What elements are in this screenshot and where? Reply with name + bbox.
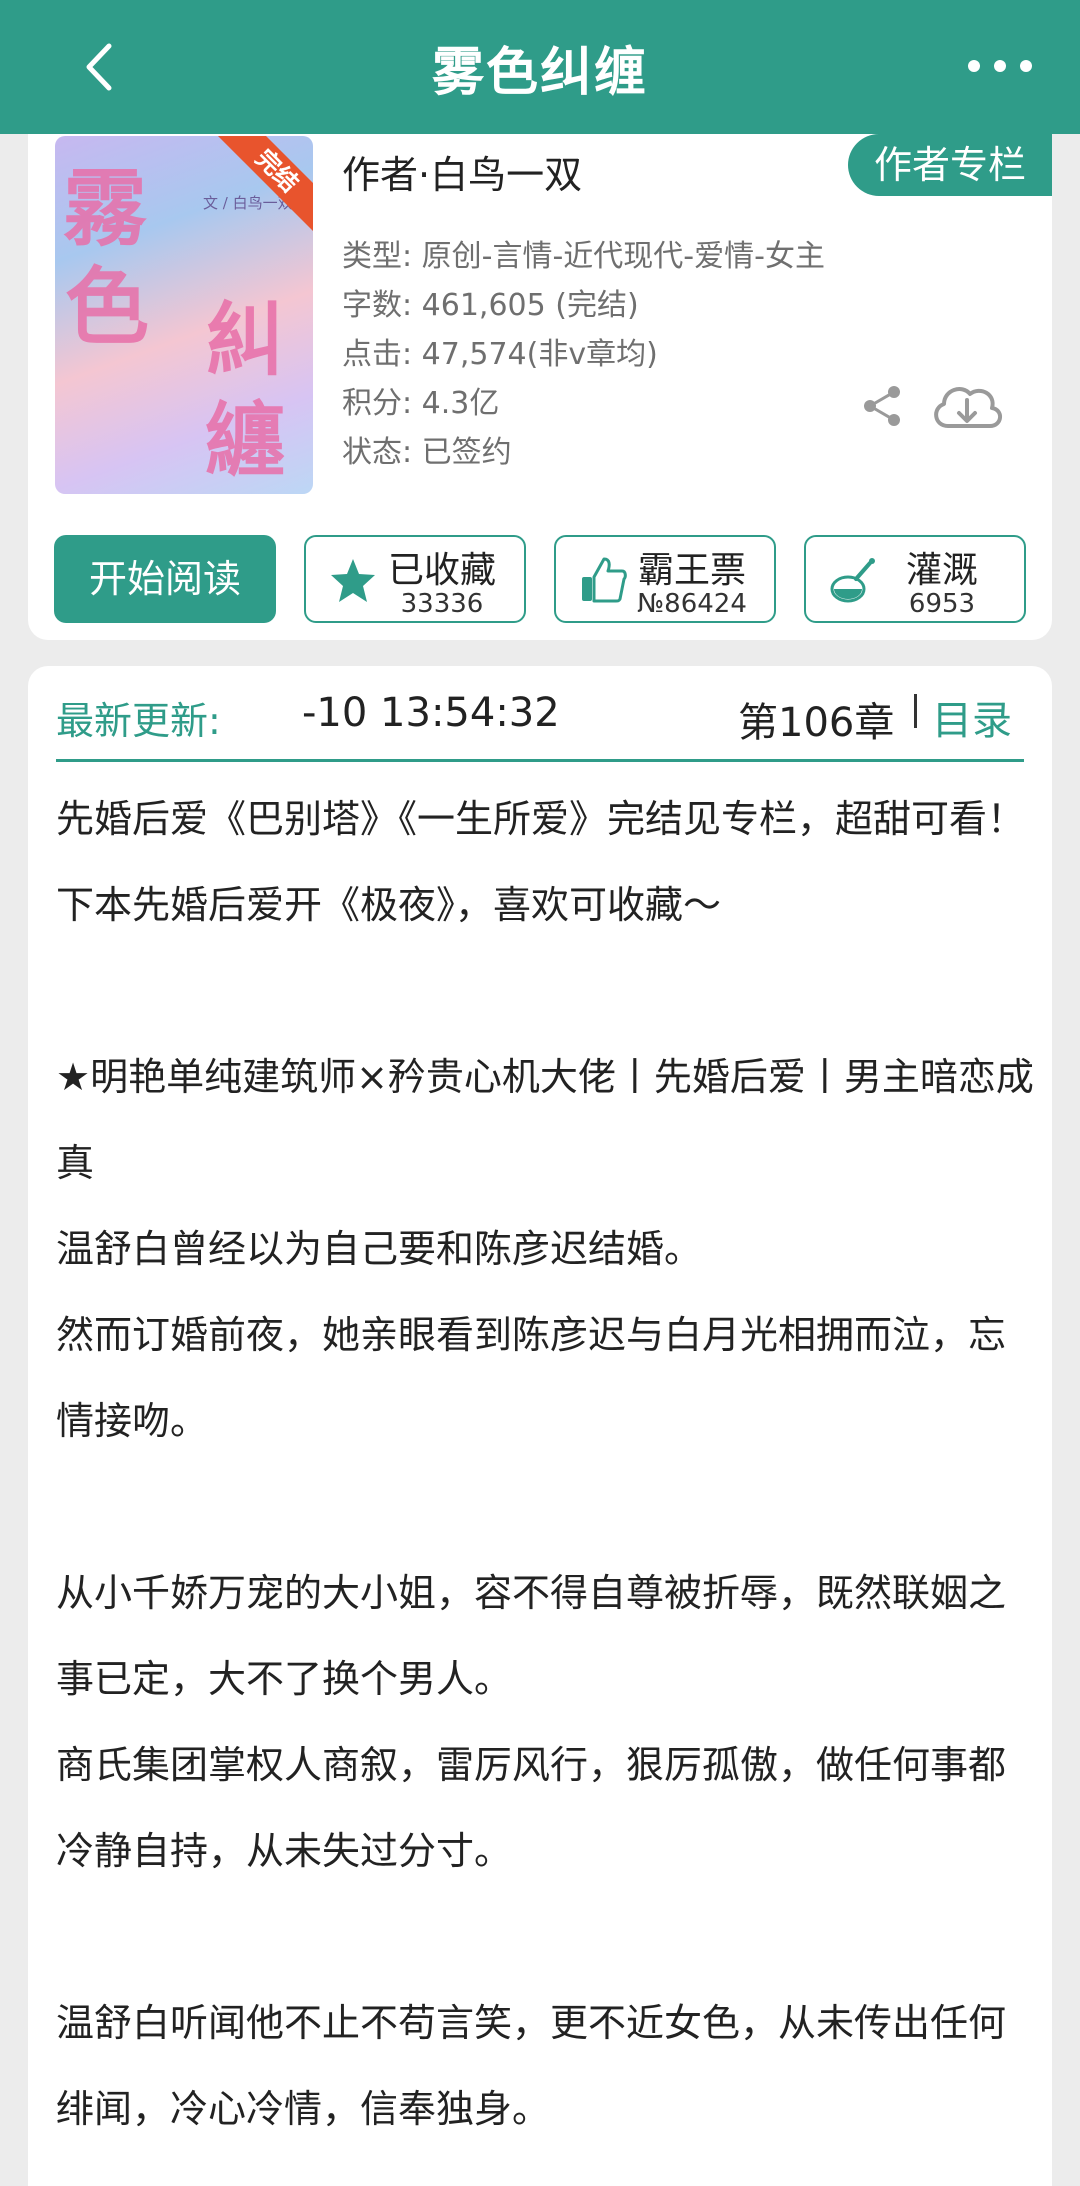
table-of-contents-link[interactable]: 目录 [932,688,1012,746]
book-info-card: 霧 色 糾 纏 文 / 白鸟一双 完结 作者·白鸟一双 作者专栏 类型: 原创-… [28,134,1052,640]
meta-points: 积分: 4.3亿 [342,386,500,421]
meta-type: 类型: 原创-言情-近代现代-爱情-女主 [342,239,825,274]
watering-can-icon [830,558,875,603]
meta-status: 状态: 已签约 [342,435,512,470]
synopsis-paragraph [56,948,1036,1034]
synopsis-paragraph [56,1894,1036,1980]
cover-title-char: 糾 [205,293,285,387]
latest-update-time: -10 13:54:32 [302,690,560,736]
latest-chapter[interactable]: 第106章 [738,690,894,748]
more-dot [994,60,1006,72]
meta-clicks: 点击: 47,574(非v章均) [342,337,658,372]
vote-button[interactable]: 霸王票 №86424 [554,535,776,623]
more-dot [1020,60,1032,72]
collect-label: 已收藏 [387,550,496,591]
cover-title-char: 色 [65,257,150,356]
completed-badge: 完结 [215,136,313,233]
synopsis: 先婚后爱《巴别塔》《一生所爱》完结见专栏，超甜可看！下本先婚后爱开《极夜》，喜欢… [56,776,1036,2152]
share-icon[interactable] [858,382,906,430]
author-column-button[interactable]: 作者专栏 [848,134,1052,196]
more-dot [968,60,980,72]
water-label: 灌溉 [905,550,978,591]
more-button[interactable] [968,46,1032,86]
star-icon [331,559,375,602]
vote-count: №86424 [637,589,747,619]
synopsis-paragraph: 然而订婚前夜，她亲眼看到陈彦迟与白月光相拥而泣，忘情接吻。 [56,1313,1007,1443]
latest-update-bar[interactable]: 最新更新: -10 13:54:32 第106章 目录 [56,666,1024,762]
author-name[interactable]: 作者·白鸟一双 [342,144,582,199]
top-bar: 雾色纠缠 [0,0,1080,134]
page-title: 雾色纠缠 [431,43,648,103]
vote-label: 霸王票 [637,550,746,591]
content-card: 最新更新: -10 13:54:32 第106章 目录 先婚后爱《巴别塔》《一生… [28,666,1052,2186]
start-reading-button[interactable]: 开始阅读 [54,535,276,623]
synopsis-paragraph: 商氏集团掌权人商叙，雷厉风行，狠厉孤傲，做任何事都冷静自持，从未失过分寸。 [56,1743,1007,1873]
cover-title-char: 纏 [205,393,285,487]
book-cover[interactable]: 霧 色 糾 纏 文 / 白鸟一双 完结 [55,136,313,494]
cloud-download-icon[interactable] [928,374,1006,438]
synopsis-paragraph: ★明艳单纯建筑师×矜贵心机大佬丨先婚后爱丨男主暗恋成真 [56,1055,1034,1185]
collect-count: 33336 [400,589,484,619]
collect-button[interactable]: 已收藏 33336 [304,535,526,623]
synopsis-paragraph: 先婚后爱《巴别塔》《一生所爱》完结见专栏，超甜可看！下本先婚后爱开《极夜》，喜欢… [56,797,1026,927]
divider [914,694,917,728]
synopsis-paragraph: 从小千娇万宠的大小姐，容不得自尊被折辱，既然联姻之事已定，大不了换个男人。 [56,1571,1007,1701]
water-button[interactable]: 灌溉 6953 [804,535,1026,623]
latest-update-label: 最新更新: [56,699,221,743]
meta-words: 字数: 461,605 (完结) [342,288,639,323]
book-meta: 类型: 原创-言情-近代现代-爱情-女主 字数: 461,605 (完结) 点击… [342,232,825,477]
synopsis-paragraph: 温舒白曾经以为自己要和陈彦迟结婚。 [56,1227,703,1271]
thumbs-up-icon [582,557,627,603]
synopsis-paragraph: 温舒白听闻他不止不苟言笑，更不近女色，从未传出任何绯闻，冷心冷情，信奉独身。 [56,2001,1007,2131]
synopsis-paragraph [56,1464,1036,1550]
water-count: 6953 [908,589,976,619]
